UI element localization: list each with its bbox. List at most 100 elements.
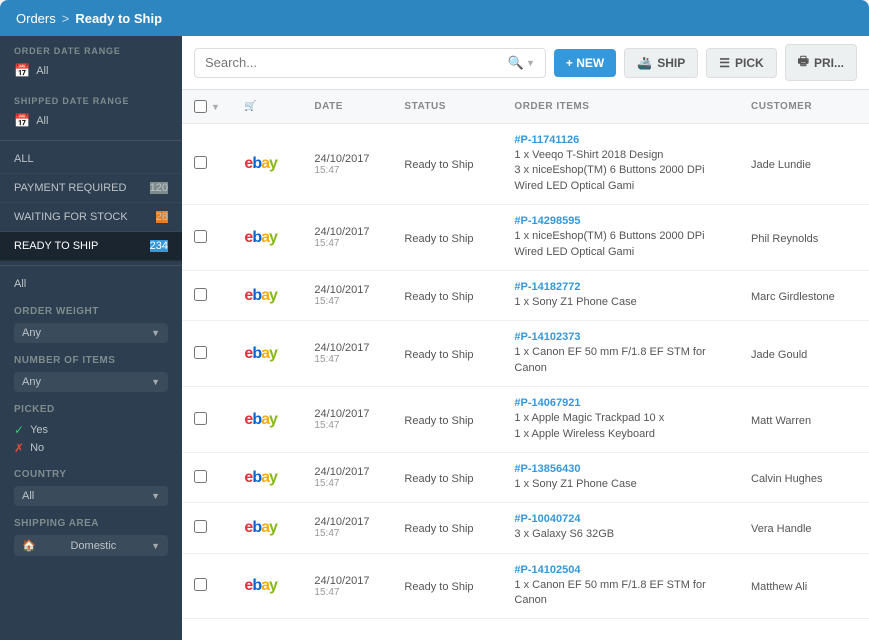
picked-yes-option[interactable]: ✓ Yes — [14, 421, 168, 439]
row-order-items: #P-10040724 3 x Galaxy S6 32GB — [502, 503, 739, 553]
search-chevron-icon: ▼ — [526, 58, 535, 68]
sidebar-ready-to-ship[interactable]: READY TO SHIP 234 — [0, 232, 182, 261]
row-customer: Vera Handle — [739, 503, 869, 553]
ebay-logo: ebay — [244, 519, 277, 536]
sidebar: ORDER DATE RANGE 📅 All SHIPPED DATE RANG… — [0, 36, 182, 640]
ebay-logo: ebay — [244, 411, 277, 428]
row-checkbox-4[interactable] — [194, 412, 207, 425]
orders-table-wrap: ▼ 🛒 DATE STATUS ORDER ITEMS CUSTOMER — [182, 90, 869, 640]
search-icon-area[interactable]: 🔍 ▼ — [508, 55, 535, 71]
select-all-chevron[interactable]: ▼ — [211, 102, 220, 112]
row-store: ebay — [232, 124, 302, 205]
search-input[interactable] — [205, 55, 502, 70]
payment-required-badge: 120 — [150, 182, 168, 194]
ship-button[interactable]: 🚢 SHIP — [624, 48, 698, 78]
row-checkbox-cell — [182, 205, 232, 271]
order-weight-dropdown[interactable]: Any ▼ — [14, 323, 168, 343]
row-date: 24/10/2017 15:47 — [302, 205, 392, 271]
shipped-date-range-label: SHIPPED DATE RANGE — [14, 96, 168, 106]
ebay-logo: ebay — [244, 345, 277, 362]
row-checkbox-6[interactable] — [194, 520, 207, 533]
row-status: Ready to Ship — [392, 205, 502, 271]
th-order-items[interactable]: ORDER ITEMS — [502, 90, 739, 124]
sidebar-all[interactable]: ALL — [0, 145, 182, 174]
row-checkbox-2[interactable] — [194, 288, 207, 301]
row-store: ebay — [232, 387, 302, 453]
sidebar-payment-required-label: PAYMENT REQUIRED — [14, 182, 126, 194]
waiting-stock-badge: 28 — [156, 211, 168, 223]
row-checkbox-7[interactable] — [194, 578, 207, 591]
row-customer: Phil Reynolds — [739, 205, 869, 271]
row-date: 24/10/2017 15:47 — [302, 321, 392, 387]
row-store: ebay — [232, 553, 302, 619]
row-date: 24/10/2017 15:47 — [302, 387, 392, 453]
table-row: ebay 24/10/2017 15:47 Ready to Ship #P-1… — [182, 503, 869, 553]
row-checkbox-5[interactable] — [194, 470, 207, 483]
shipped-date-range-value[interactable]: 📅 All — [14, 110, 168, 132]
row-checkbox-3[interactable] — [194, 346, 207, 359]
th-status[interactable]: STATUS — [392, 90, 502, 124]
ebay-logo: ebay — [244, 577, 277, 594]
table-row: ebay 24/10/2017 15:47 Ready to Ship #P-1… — [182, 270, 869, 320]
sidebar-waiting-for-stock[interactable]: WAITING FOR STOCK 28 — [0, 203, 182, 232]
order-date-range-value[interactable]: 📅 All — [14, 60, 168, 82]
table-row: ebay 24/10/2017 15:47 Ready to Ship #P-1… — [182, 205, 869, 271]
th-customer[interactable]: CUSTOMER — [739, 90, 869, 124]
search-box: 🔍 ▼ — [194, 48, 546, 78]
row-status: Ready to Ship — [392, 452, 502, 502]
th-check: ▼ — [182, 90, 232, 124]
top-nav: Orders > Ready to Ship — [0, 0, 869, 36]
number-of-items-filter: Number of Items Any ▼ — [0, 347, 182, 396]
sidebar-waiting-label: WAITING FOR STOCK — [14, 211, 128, 223]
content-area: 🔍 ▼ + NEW 🚢 SHIP ☰ PICK 🖶 PRI... — [182, 36, 869, 640]
row-status: Ready to Ship — [392, 270, 502, 320]
row-date: 24/10/2017 15:47 — [302, 270, 392, 320]
row-checkbox-0[interactable] — [194, 156, 207, 169]
main-layout: ORDER DATE RANGE 📅 All SHIPPED DATE RANG… — [0, 36, 869, 640]
shipping-area-dropdown[interactable]: 🏠 Domestic ▼ — [14, 535, 168, 556]
ebay-logo: ebay — [244, 469, 277, 486]
breadcrumb-parent[interactable]: Orders — [16, 11, 56, 26]
row-order-items: #P-13856430 1 x Sony Z1 Phone Case — [502, 452, 739, 502]
breadcrumb-separator: > — [62, 11, 70, 26]
row-checkbox-cell — [182, 503, 232, 553]
print-button[interactable]: 🖶 PRI... — [785, 44, 857, 81]
row-checkbox-cell — [182, 452, 232, 502]
number-of-items-dropdown[interactable]: Any ▼ — [14, 372, 168, 392]
new-button[interactable]: + NEW — [554, 49, 616, 77]
ebay-logo: ebay — [244, 229, 277, 246]
row-date: 24/10/2017 15:47 — [302, 452, 392, 502]
row-store: ebay — [232, 503, 302, 553]
row-status: Ready to Ship — [392, 387, 502, 453]
row-customer: Marc Girdlestone — [739, 270, 869, 320]
chevron-down-icon-2: ▼ — [151, 377, 160, 387]
sidebar-all-link[interactable]: All — [0, 270, 182, 298]
table-row: ebay 24/10/2017 15:47 Ready to Ship #P-1… — [182, 124, 869, 205]
pick-icon: ☰ — [719, 56, 730, 70]
table-header-row: ▼ 🛒 DATE STATUS ORDER ITEMS CUSTOMER — [182, 90, 869, 124]
row-store: ebay — [232, 452, 302, 502]
row-date: 24/10/2017 15:47 — [302, 124, 392, 205]
row-store: ebay — [232, 205, 302, 271]
ebay-logo: ebay — [244, 155, 277, 172]
pick-button[interactable]: ☰ PICK — [706, 48, 776, 78]
row-order-items: #P-14182772 1 x Sony Z1 Phone Case — [502, 270, 739, 320]
th-date[interactable]: DATE — [302, 90, 392, 124]
row-customer: Jade Gould — [739, 321, 869, 387]
country-dropdown[interactable]: All ▼ — [14, 486, 168, 506]
row-checkbox-1[interactable] — [194, 230, 207, 243]
select-all-checkbox[interactable] — [194, 100, 207, 113]
check-icon: ✓ — [14, 423, 24, 437]
row-checkbox-cell — [182, 270, 232, 320]
table-row: ebay 24/10/2017 15:47 Ready to Ship #P-1… — [182, 321, 869, 387]
row-date: 24/10/2017 15:47 — [302, 553, 392, 619]
sidebar-payment-required[interactable]: PAYMENT REQUIRED 120 — [0, 174, 182, 203]
row-status: Ready to Ship — [392, 124, 502, 205]
row-customer: Matt Warren — [739, 387, 869, 453]
row-checkbox-cell — [182, 321, 232, 387]
row-order-items: #P-14067921 1 x Apple Magic Trackpad 10 … — [502, 387, 739, 453]
row-order-items: #P-14298595 1 x niceEshop(TM) 6 Buttons … — [502, 205, 739, 271]
picked-no-option[interactable]: ✗ No — [14, 439, 168, 457]
toolbar: 🔍 ▼ + NEW 🚢 SHIP ☰ PICK 🖶 PRI... — [182, 36, 869, 90]
table-row: ebay 24/10/2017 15:47 Ready to Ship #P-1… — [182, 452, 869, 502]
